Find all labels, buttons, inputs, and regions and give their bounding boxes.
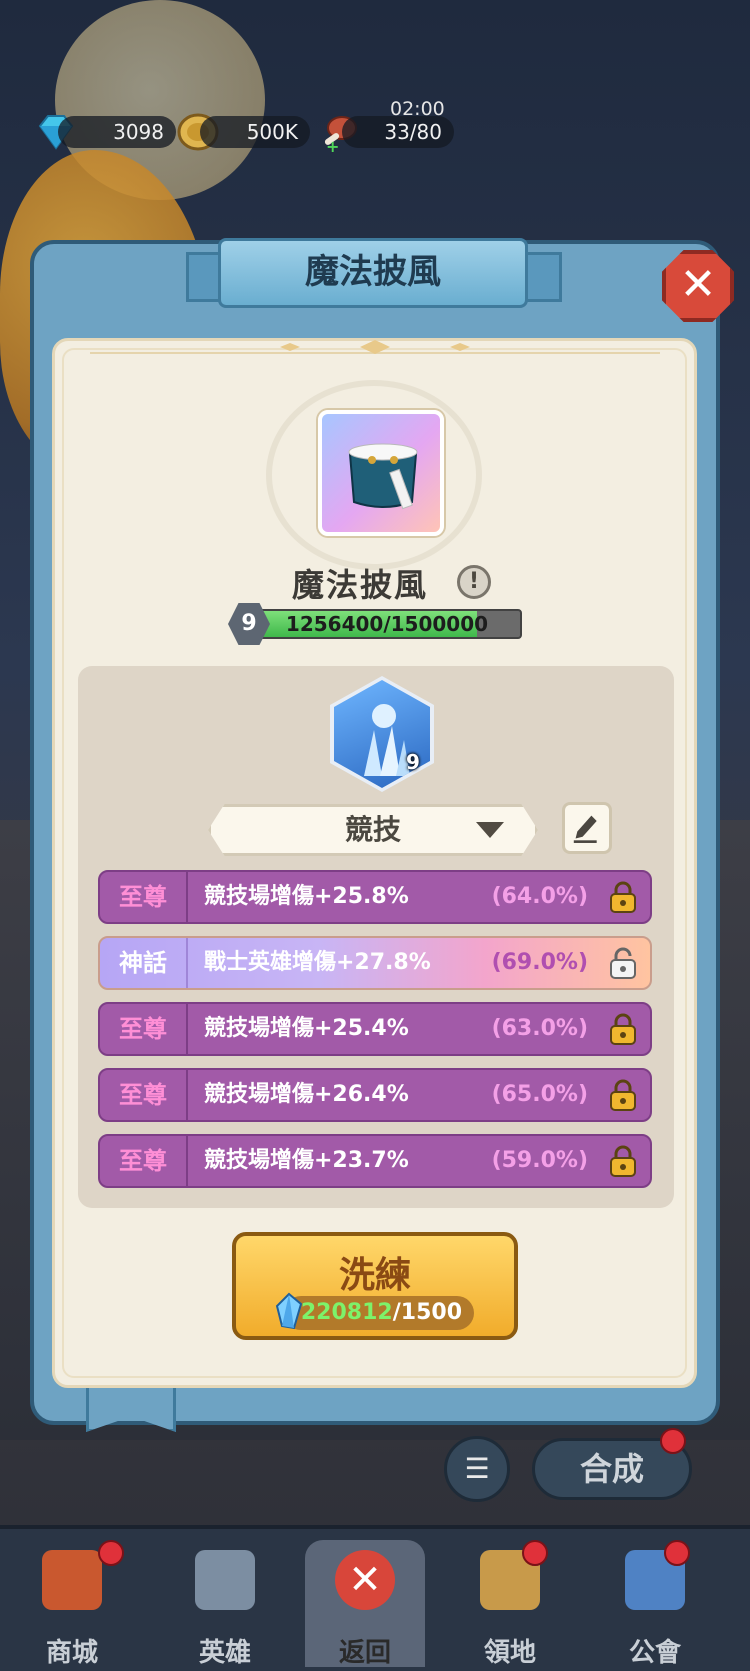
stat-row[interactable]: 至尊 競技場增傷+26.4% (65.0%) <box>98 1068 652 1122</box>
skill-level: 9 <box>406 750 420 774</box>
stat-desc: 戰士英雄增傷+27.8% <box>204 950 431 975</box>
reforge-required: /1500 <box>392 1300 462 1325</box>
info-icon[interactable]: ! <box>457 565 491 599</box>
stat-tier: 至尊 <box>100 872 188 922</box>
crystal-icon <box>275 1292 303 1330</box>
reforge-cost: 220812/1500 <box>284 1296 474 1330</box>
hero-icon <box>195 1550 255 1610</box>
stat-percent: (69.0%) <box>491 950 588 975</box>
gem-count: 3098 <box>58 116 176 148</box>
edit-button[interactable] <box>562 802 612 854</box>
lock-icon[interactable] <box>608 1012 638 1046</box>
notification-dot <box>664 1540 690 1566</box>
lock-icon[interactable] <box>608 1144 638 1178</box>
nav-item[interactable]: ✕ 返回 <box>305 1540 425 1668</box>
stat-percent: (63.0%) <box>491 1016 588 1041</box>
stat-percent: (65.0%) <box>491 1082 588 1107</box>
stat-row[interactable]: 神話 戰士英雄增傷+27.8% (69.0%) <box>98 936 652 990</box>
exp-text: 1256400/1500000 <box>285 612 489 636</box>
nav-label: 英雄 <box>198 1638 251 1668</box>
nav-label: 公會 <box>628 1638 681 1668</box>
nav-item[interactable]: 英雄 <box>165 1540 285 1668</box>
exp-bar: 1256400/1500000 <box>252 609 522 639</box>
stamina-timer: 02:00 <box>390 98 445 120</box>
stat-row[interactable]: 至尊 競技場增傷+25.4% (63.0%) <box>98 1002 652 1056</box>
stamina-count: 33/80 <box>342 116 454 148</box>
filter-button[interactable]: ☰ <box>444 1436 510 1502</box>
reforge-owned: 220812 <box>300 1300 393 1325</box>
item-name-text: 魔法披風 <box>291 566 428 604</box>
lock-icon[interactable] <box>608 880 638 914</box>
nav-item[interactable]: 領地 <box>450 1540 570 1668</box>
stat-tier: 至尊 <box>100 1004 188 1054</box>
lock-icon[interactable] <box>608 1078 638 1112</box>
stat-tier: 至尊 <box>100 1136 188 1186</box>
unlock-icon[interactable] <box>608 946 638 980</box>
stat-percent: (64.0%) <box>491 884 588 909</box>
svg-text:+: + <box>326 137 339 154</box>
stat-desc: 競技場增傷+23.7% <box>204 1148 409 1173</box>
ornament-icon <box>280 340 470 354</box>
nav-label: 領地 <box>483 1638 536 1668</box>
close-icon: ✕ <box>679 259 717 310</box>
nav-label: 返回 <box>338 1638 391 1668</box>
chevron-down-icon[interactable] <box>476 822 504 838</box>
notification-dot <box>522 1540 548 1566</box>
shop-icon <box>42 1550 102 1610</box>
stat-row[interactable]: 至尊 競技場增傷+25.8% (64.0%) <box>98 870 652 924</box>
stat-row[interactable]: 至尊 競技場增傷+23.7% (59.0%) <box>98 1134 652 1188</box>
stat-tier: 至尊 <box>100 1070 188 1120</box>
notification-dot <box>660 1428 686 1454</box>
item-card[interactable] <box>318 410 444 536</box>
stat-desc: 競技場增傷+25.8% <box>204 884 409 909</box>
pencil-icon <box>573 815 597 843</box>
cloak-icon <box>348 443 418 510</box>
reforge-button[interactable]: 洗練 220812/1500 <box>232 1232 518 1340</box>
coin-count: 500K <box>200 116 310 148</box>
nav-item[interactable]: 公會 <box>595 1540 715 1668</box>
notification-dot <box>98 1540 124 1566</box>
dialog-title: 魔法披風 <box>218 238 528 308</box>
close-icon: ✕ <box>335 1550 395 1610</box>
reforge-label: 洗練 <box>338 1255 411 1296</box>
item-name: 魔法披風 <box>0 560 750 606</box>
stat-desc: 競技場增傷+26.4% <box>204 1082 409 1107</box>
stat-percent: (59.0%) <box>491 1148 588 1173</box>
nav-label: 商城 <box>45 1638 98 1668</box>
stat-tier: 神話 <box>100 938 188 988</box>
stat-desc: 競技場增傷+25.4% <box>204 1016 409 1041</box>
filter-icon: ☰ <box>464 1452 490 1485</box>
